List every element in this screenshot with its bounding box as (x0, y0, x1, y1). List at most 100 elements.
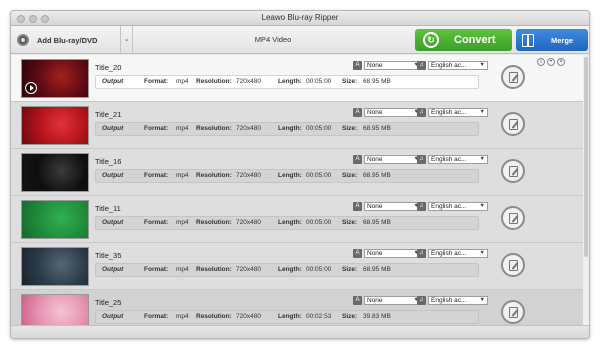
subtitle-selector[interactable]: ANone▼ (353, 108, 422, 117)
output-label: Output (102, 313, 124, 320)
length-label: Length: (278, 313, 302, 320)
size-label: Size: (342, 172, 358, 179)
video-thumbnail[interactable] (21, 200, 89, 239)
length-label: Length: (278, 172, 302, 179)
settings-icon[interactable]: • (547, 58, 555, 66)
format-value: mp4 (176, 172, 189, 179)
title-row[interactable]: Title_35 A None ▼♫ English ac... ▼ Output Forma… (11, 243, 589, 290)
resolution-label: Resolution: (196, 125, 232, 132)
length-value: 00:05:00 (306, 219, 332, 226)
length-label: Length: (278, 78, 302, 85)
format-label: Format: (144, 313, 169, 320)
edit-video-button[interactable] (501, 206, 525, 230)
video-thumbnail[interactable] (21, 59, 89, 98)
audio-track-selector[interactable]: ♫ English ac... ▼ (417, 296, 488, 305)
length-value: 00:05:00 (306, 78, 332, 85)
format-label: Format: (144, 266, 169, 273)
size-label: Size: (342, 78, 358, 85)
add-menu-dropdown[interactable]: ⌄ (121, 26, 133, 54)
subtitle-value: None (367, 297, 383, 304)
play-icon[interactable] (25, 82, 37, 94)
subtitle-selector[interactable]: ANone▼ (353, 155, 422, 164)
length-value: 00:05:00 (306, 125, 332, 132)
length-label: Length: (278, 219, 302, 226)
video-thumbnail[interactable] (21, 106, 89, 145)
format-value: mp4 (176, 313, 189, 320)
title-row[interactable]: Title_16 A None ▼♫ English ac... ▼ Output Forma… (11, 149, 589, 196)
size-value: 68.95 MB (363, 266, 391, 273)
format-label: Format: (144, 125, 169, 132)
output-info-bar: Output Format: mp4 Resolution: 720x480 Length… (95, 310, 479, 324)
audio-value: English ac... (431, 250, 467, 257)
audio-track-selector[interactable]: ♫ English ac... ▼ (417, 61, 488, 70)
subtitle-icon: A (353, 155, 362, 164)
audio-note-icon: ♫ (417, 296, 426, 305)
status-bar (11, 325, 589, 338)
edit-video-button[interactable] (501, 253, 525, 277)
add-bluray-dvd-button[interactable]: Add Blu-ray/DVD (11, 26, 121, 54)
output-label: Output (102, 219, 124, 226)
output-format-selector[interactable]: MP4 Video (133, 26, 413, 54)
convert-button[interactable]: ↻ Convert (415, 29, 512, 51)
subtitle-selector[interactable]: ANone▼ (353, 61, 422, 70)
resolution-value: 720x480 (236, 78, 261, 85)
subtitle-selector[interactable]: ANone▼ (353, 202, 422, 211)
output-info-bar: Output Format: mp4 Resolution: 720x480 Length… (95, 169, 479, 183)
title-name: Title_11 (95, 204, 121, 213)
resolution-label: Resolution: (196, 172, 232, 179)
title-row[interactable]: Title_25 A None ▼♫ English ac... ▼ Output Forma… (11, 290, 589, 325)
subtitle-selector[interactable]: ANone▼ (353, 296, 422, 305)
remove-icon[interactable]: × (557, 58, 565, 66)
resolution-value: 720x480 (236, 172, 261, 179)
edit-video-button[interactable] (501, 159, 525, 183)
resolution-label: Resolution: (196, 266, 232, 273)
edit-video-button[interactable] (501, 65, 525, 89)
title-row[interactable]: Title_20 A None ▼♫ English ac... ▼ Output Forma… (11, 55, 589, 102)
video-thumbnail[interactable] (21, 153, 89, 192)
chevron-down-icon: ⌄ (123, 36, 130, 43)
add-bluray-dvd-label: Add Blu-ray/DVD (37, 35, 98, 45)
disc-add-icon (17, 34, 29, 46)
audio-note-icon: ♫ (417, 202, 426, 211)
title-row[interactable]: Title_21 A None ▼♫ English ac... ▼ Output Forma… (11, 102, 589, 149)
title-list: Title_20 A None ▼ ♫ English ac... ▼ Output Forma… (11, 55, 589, 325)
chevron-down-icon: ▼ (479, 156, 485, 162)
list-scrollbar[interactable] (583, 55, 589, 325)
size-label: Size: (342, 266, 358, 273)
app-window: Leawo Blu-ray Ripper Add Blu-ray/DVD ⌄ M… (10, 10, 590, 339)
output-info-bar: Output Format: mp4 Resolution: 720x480 Length… (95, 216, 479, 230)
convert-refresh-icon: ↻ (423, 32, 439, 48)
audio-track-selector[interactable]: ♫ English ac... ▼ (417, 249, 488, 258)
title-name: Title_35 (95, 251, 122, 260)
size-value: 68.95 MB (363, 78, 391, 85)
audio-value: English ac... (431, 109, 467, 116)
row-controls: i • × (537, 58, 565, 66)
edit-video-button[interactable] (501, 112, 525, 136)
subtitle-icon: A (353, 108, 362, 117)
subtitle-value: None (367, 250, 383, 257)
format-value: mp4 (176, 125, 189, 132)
size-value: 68.95 MB (363, 125, 391, 132)
title-row[interactable]: Title_11 A None ▼♫ English ac... ▼ Output Forma… (11, 196, 589, 243)
size-label: Size: (342, 125, 358, 132)
merge-button[interactable]: Merge (516, 29, 588, 51)
output-label: Output (102, 172, 124, 179)
resolution-label: Resolution: (196, 313, 232, 320)
video-thumbnail[interactable] (21, 294, 89, 325)
audio-track-selector[interactable]: ♫ English ac... ▼ (417, 108, 488, 117)
edit-video-button[interactable] (501, 300, 525, 324)
audio-value: English ac... (431, 297, 467, 304)
audio-note-icon: ♫ (417, 108, 426, 117)
resolution-label: Resolution: (196, 78, 232, 85)
info-icon[interactable]: i (537, 58, 545, 66)
audio-track-selector[interactable]: ♫ English ac... ▼ (417, 202, 488, 211)
length-value: 00:02:53 (306, 313, 332, 320)
resolution-label: Resolution: (196, 219, 232, 226)
title-bar: Leawo Blu-ray Ripper (11, 11, 589, 26)
subtitle-value: None (367, 62, 383, 69)
audio-track-selector[interactable]: ♫ English ac... ▼ (417, 155, 488, 164)
scrollbar-thumb[interactable] (584, 57, 588, 257)
audio-value: English ac... (431, 62, 467, 69)
video-thumbnail[interactable] (21, 247, 89, 286)
subtitle-selector[interactable]: ANone▼ (353, 249, 422, 258)
